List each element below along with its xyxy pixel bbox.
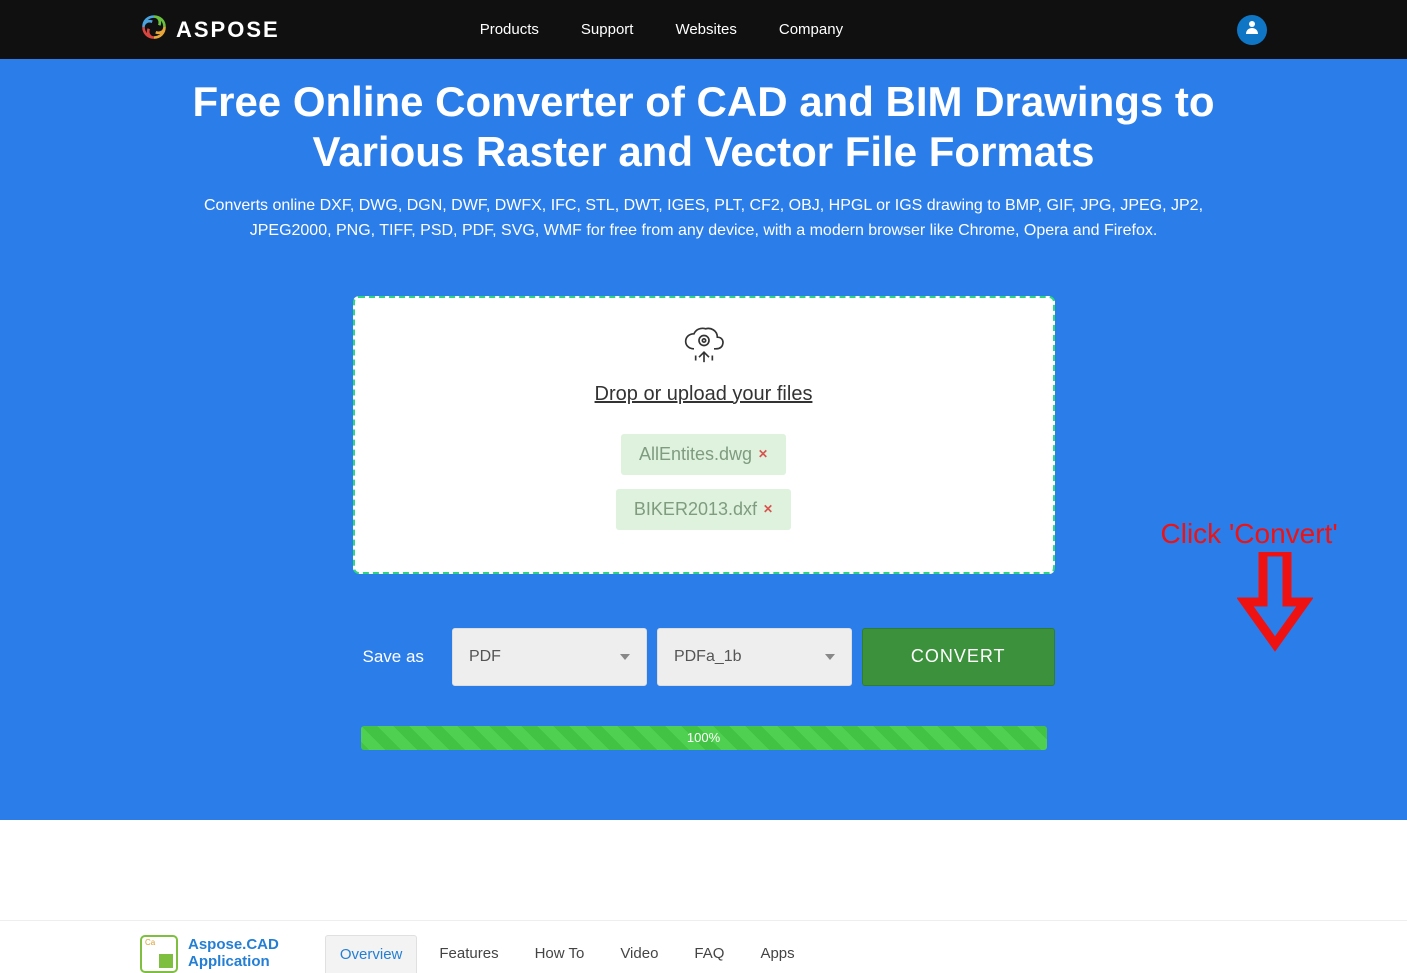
save-as-label: Save as <box>363 647 424 667</box>
nav-support[interactable]: Support <box>581 21 634 38</box>
upload-cloud-icon <box>679 326 729 383</box>
file-dropzone[interactable]: Drop or upload your files AllEntites.dwg… <box>353 296 1055 574</box>
page-subtitle: Converts online DXF, DWG, DGN, DWF, DWFX… <box>174 194 1234 244</box>
subformat-select[interactable]: PDFa_1b <box>657 628 852 686</box>
drop-label: Drop or upload your files <box>595 383 813 406</box>
chevron-down-icon <box>620 654 630 660</box>
product-name: Aspose.CAD Application <box>188 937 279 970</box>
tab-how-to[interactable]: How To <box>521 935 599 972</box>
brand-logo[interactable]: ASPOSE <box>140 13 280 46</box>
aspose-cad-icon <box>140 935 178 973</box>
top-header: ASPOSE Products Support Websites Company <box>0 0 1407 59</box>
aspose-swirl-icon <box>140 13 168 46</box>
file-name: AllEntites.dwg <box>639 444 752 465</box>
tab-features[interactable]: Features <box>425 935 512 972</box>
progress-value: 100% <box>687 730 720 745</box>
user-account-button[interactable] <box>1237 15 1267 45</box>
brand-name: ASPOSE <box>176 17 280 43</box>
nav-company[interactable]: Company <box>779 21 843 38</box>
annotation-text: Click 'Convert' <box>1161 518 1338 550</box>
tab-video[interactable]: Video <box>606 935 672 972</box>
progress-bar-container: 100% <box>361 726 1047 750</box>
user-icon <box>1244 19 1260 40</box>
remove-file-icon[interactable]: ✕ <box>763 502 773 516</box>
progress-bar: 100% <box>361 726 1047 750</box>
product-logo[interactable]: Aspose.CAD Application <box>140 935 279 973</box>
remove-file-icon[interactable]: ✕ <box>758 447 768 461</box>
tab-faq[interactable]: FAQ <box>680 935 738 972</box>
tab-overview[interactable]: Overview <box>325 935 418 973</box>
page-title: Free Online Converter of CAD and BIM Dra… <box>154 77 1254 176</box>
uploaded-file: BIKER2013.dxf ✕ <box>616 489 791 530</box>
uploaded-file: AllEntites.dwg ✕ <box>621 434 786 475</box>
header-left: ASPOSE Products Support Websites Company <box>140 13 843 46</box>
footer-tabs: Overview Features How To Video FAQ Apps <box>325 935 809 973</box>
format-select[interactable]: PDF <box>452 628 647 686</box>
convert-button[interactable]: CONVERT <box>862 628 1055 686</box>
subformat-value: PDFa_1b <box>674 648 742 666</box>
tab-apps[interactable]: Apps <box>746 935 808 972</box>
nav-products[interactable]: Products <box>480 21 539 38</box>
file-name: BIKER2013.dxf <box>634 499 757 520</box>
footer-section: Aspose.CAD Application Overview Features… <box>0 920 1407 973</box>
controls-row: Click 'Convert' Save as PDF PDFa_1b CONV… <box>353 628 1055 686</box>
chevron-down-icon <box>825 654 835 660</box>
hero-section: Free Online Converter of CAD and BIM Dra… <box>0 59 1407 820</box>
main-nav: Products Support Websites Company <box>480 21 843 38</box>
nav-websites[interactable]: Websites <box>675 21 736 38</box>
format-value: PDF <box>469 648 501 666</box>
